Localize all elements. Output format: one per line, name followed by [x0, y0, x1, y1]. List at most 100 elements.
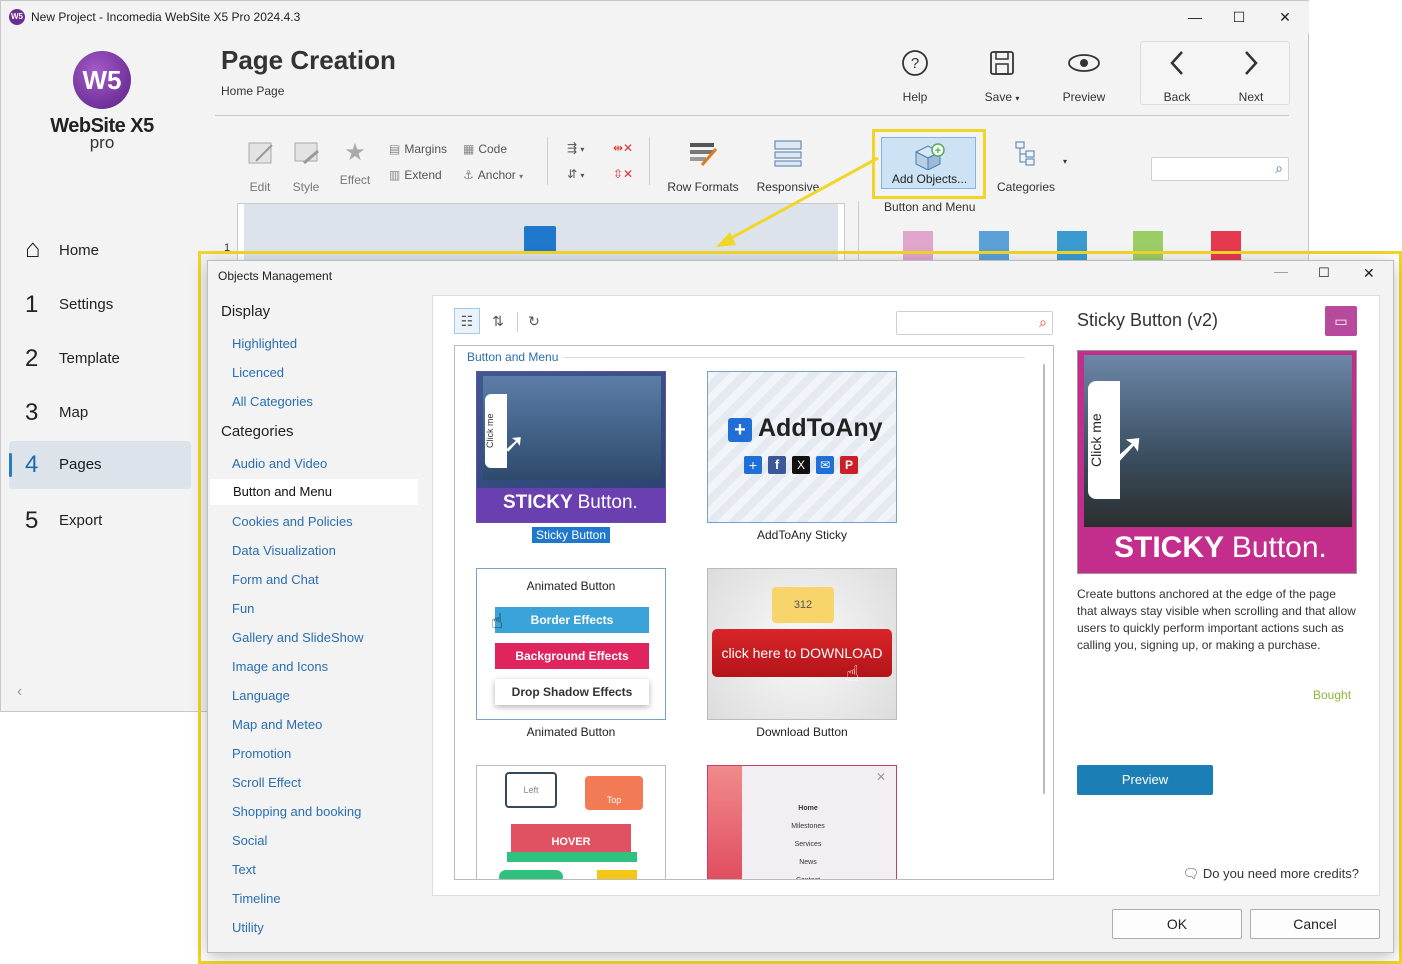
sidebar-item-pages[interactable]: 4 Pages	[9, 441, 191, 489]
insert-row-button[interactable]: ⇶ ▾	[567, 141, 584, 155]
view-list-button[interactable]: ☷	[454, 308, 480, 334]
object-tile-animated-button[interactable]: Animated Button Border Effects Backgroun…	[476, 568, 666, 720]
side-group-label: Button and Menu	[884, 200, 976, 214]
edit-icon	[241, 139, 279, 174]
window-title: New Project - Incomedia WebSite X5 Pro 2…	[31, 10, 301, 24]
object-tile-hover-button[interactable]: Left Top HOVER	[476, 765, 666, 879]
effect-label: Effect	[339, 173, 371, 187]
categories-dropdown-icon[interactable]: ▾	[1063, 157, 1067, 166]
category-item[interactable]: Social	[232, 833, 267, 848]
ok-button[interactable]: OK	[1112, 909, 1242, 939]
download-count: 312	[772, 587, 834, 623]
category-item-selected[interactable]: Button and Menu	[210, 479, 418, 505]
object-caption: AddToAny Sticky	[707, 528, 897, 542]
insert-column-button[interactable]: ⇵ ▾	[567, 167, 584, 181]
title-bar: W5 New Project - Incomedia WebSite X5 Pr…	[1, 1, 1309, 33]
dialog-minimize-button[interactable]: —	[1274, 263, 1288, 279]
margins-button[interactable]: ▤ Margins	[389, 142, 447, 156]
dialog-close-button[interactable]: ✕	[1363, 265, 1375, 282]
category-item[interactable]: Audio and Video	[232, 456, 327, 471]
category-item[interactable]: Timeline	[232, 891, 281, 906]
sidebar: W5 WebSite X5 pro ⌂ Home 1 Settings 2 Te…	[1, 33, 201, 713]
dialog-title: Objects Management	[218, 269, 333, 283]
next-button[interactable]: Next	[1231, 49, 1271, 104]
cancel-button[interactable]: Cancel	[1250, 909, 1380, 939]
dialog-search-input[interactable]: ⌕	[896, 311, 1053, 335]
pinterest-icon: P	[840, 456, 858, 474]
display-item-all[interactable]: All Categories	[232, 394, 313, 409]
category-item[interactable]: Shopping and booking	[232, 804, 361, 819]
menu-item: Milestones	[791, 823, 825, 830]
background-effects-sample: Background Effects	[495, 643, 649, 669]
display-item-licenced[interactable]: Licenced	[232, 365, 284, 380]
refresh-button[interactable]: ↻	[521, 308, 547, 334]
extend-button[interactable]: ▥ Extend	[389, 168, 442, 182]
sidebar-item-home[interactable]: ⌂ Home	[9, 227, 191, 275]
category-item[interactable]: Form and Chat	[232, 572, 319, 587]
object-tile-sticky-button[interactable]: Click me STICKY Button. ➚	[476, 371, 666, 523]
object-tile-download-button[interactable]: 312 click here to DOWNLOAD ☝	[707, 568, 897, 720]
edit-button[interactable]: Edit	[241, 139, 279, 194]
anchor-button[interactable]: ⚓ Anchor ▾	[463, 168, 523, 182]
help-button[interactable]: ? Help	[895, 49, 935, 104]
refresh-icon: ↻	[528, 313, 540, 329]
close-button[interactable]: ✕	[1265, 5, 1305, 29]
category-item[interactable]: Gallery and SlideShow	[232, 630, 364, 645]
category-item[interactable]: Language	[232, 688, 290, 703]
category-item[interactable]: Data Visualization	[232, 543, 336, 558]
maximize-button[interactable]: ☐	[1219, 5, 1259, 29]
step-number: 5	[25, 507, 39, 534]
category-item[interactable]: Scroll Effect	[232, 775, 301, 790]
objects-search-input[interactable]: ⌕	[1151, 157, 1289, 181]
hover-yellow	[597, 870, 637, 879]
object-placeholder-icon[interactable]	[524, 226, 556, 252]
effect-button[interactable]: ★ Effect	[335, 139, 375, 187]
category-item[interactable]: Cookies and Policies	[232, 514, 353, 529]
display-header: Display	[221, 303, 271, 320]
edit-label: Edit	[249, 180, 271, 194]
chat-icon: 🗨	[1182, 866, 1200, 881]
delete-column-button[interactable]: ⇳✕	[613, 167, 633, 181]
categories-button[interactable]: Categories	[993, 139, 1059, 194]
save-button[interactable]: Save ▾	[979, 49, 1025, 104]
detail-preview-button[interactable]: Preview	[1077, 765, 1213, 795]
preview-label: Preview	[1062, 90, 1106, 104]
preview-button[interactable]: Preview	[1061, 49, 1107, 104]
dialog-maximize-button[interactable]: ☐	[1318, 265, 1330, 281]
code-button[interactable]: ▦ Code	[463, 142, 507, 156]
save-icon	[979, 49, 1025, 84]
collapse-sidebar-icon[interactable]: ‹	[17, 683, 22, 701]
caption-text: Animated Button	[526, 725, 616, 739]
group-label: Button and Menu	[467, 350, 559, 364]
sidebar-item-map[interactable]: 3 Map	[9, 389, 191, 437]
minimize-button[interactable]: —	[1175, 5, 1215, 29]
sidebar-item-label: Map	[59, 404, 89, 421]
object-tile-menu[interactable]: Home Milestones Services News Contact ✕	[707, 765, 897, 879]
delete-row-button[interactable]: ⇹✕	[613, 141, 633, 155]
detail-sticky-label: STICKY Button.	[1114, 531, 1327, 565]
credits-label: Do you need more credits?	[1202, 866, 1359, 881]
button-word: Button.	[1231, 531, 1327, 564]
page-title: Page Creation	[221, 45, 396, 75]
display-item-highlighted[interactable]: Highlighted	[232, 336, 297, 351]
sort-button[interactable]: ⇅	[485, 308, 511, 334]
back-button[interactable]: Back	[1157, 49, 1197, 104]
categories-label: Categories	[996, 180, 1056, 194]
category-item[interactable]: Promotion	[232, 746, 291, 761]
category-item[interactable]: Map and Meteo	[232, 717, 322, 732]
category-item[interactable]: Text	[232, 862, 256, 877]
hand-cursor-icon: ☝	[846, 661, 860, 686]
credits-link[interactable]: 🗨 Do you need more credits?	[1175, 866, 1359, 882]
logo-mark: W5	[73, 51, 131, 109]
svg-text:?: ?	[911, 55, 919, 72]
object-tile-addtoany[interactable]: + AddToAny + f X ✉ P	[707, 371, 897, 523]
category-item[interactable]: Image and Icons	[232, 659, 328, 674]
category-item[interactable]: Fun	[232, 601, 254, 616]
sidebar-item-settings[interactable]: 1 Settings	[9, 281, 191, 329]
sidebar-item-export[interactable]: 5 Export	[9, 497, 191, 545]
category-item[interactable]: Utility	[232, 920, 264, 935]
save-label: Save	[984, 90, 1012, 104]
grid-scrollbar[interactable]	[1043, 364, 1045, 794]
style-button[interactable]: Style	[287, 139, 325, 194]
sidebar-item-template[interactable]: 2 Template	[9, 335, 191, 383]
